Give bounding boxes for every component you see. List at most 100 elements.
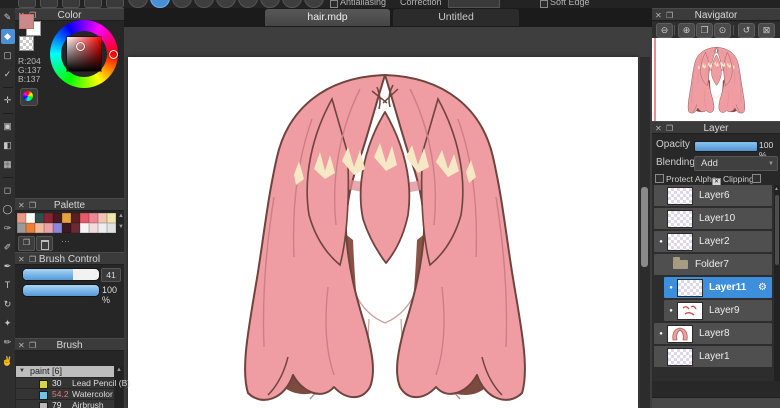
marquee-tool[interactable]: ▢	[1, 48, 15, 63]
layer-opacity-slider[interactable]	[694, 141, 758, 152]
palette-swatch[interactable]	[107, 223, 116, 233]
select-rect-tool[interactable]: ◻	[1, 183, 15, 198]
sv-selector[interactable]	[76, 42, 85, 51]
canvas-scrollbar-thumb[interactable]	[641, 187, 648, 267]
canvas-scrollbar-track[interactable]	[640, 57, 650, 408]
add-palette-color-button[interactable]: ❐	[18, 236, 35, 251]
palette-swatch[interactable]	[80, 213, 89, 223]
move-tool[interactable]: ✛	[1, 93, 15, 108]
palette-swatch[interactable]	[98, 213, 107, 223]
tab-hair-mdp[interactable]: hair.mdp	[265, 9, 390, 26]
toolbar-button[interactable]	[282, 0, 302, 8]
scroll-up-icon[interactable]: ▲	[774, 186, 779, 192]
hue-selector[interactable]	[109, 50, 118, 59]
layer-row[interactable]: Layer6	[654, 185, 772, 206]
brush-opacity-slider[interactable]	[22, 284, 100, 297]
palette-more-icon[interactable]: ⋯	[61, 236, 70, 247]
eyedropper-tool[interactable]: ✦	[1, 316, 15, 331]
palette-scroll-up-icon[interactable]: ▲	[118, 213, 124, 219]
layer-row[interactable]: ● Layer8	[654, 323, 772, 344]
palette-swatch[interactable]	[35, 223, 44, 233]
sv-picker[interactable]	[67, 37, 101, 71]
scroll-up-icon[interactable]: ▲	[116, 367, 122, 373]
layer-row[interactable]: ● Layer9	[664, 300, 772, 321]
palette-swatch[interactable]	[89, 213, 98, 223]
layer-row[interactable]: Layer1	[654, 346, 772, 367]
palette-swatch[interactable]	[107, 213, 116, 223]
brush-group-header[interactable]: ▼ paint [6]	[16, 366, 114, 377]
palette-swatch[interactable]	[98, 223, 107, 233]
zoom-out-button[interactable]: ⊖	[656, 23, 673, 38]
layer-row[interactable]: ● Layer2	[654, 231, 772, 252]
actual-size-button[interactable]: ⊙	[714, 23, 731, 38]
lasso-tool[interactable]: ◯	[1, 202, 15, 217]
palette-swatch[interactable]	[53, 213, 62, 223]
palette-scroll-down-icon[interactable]: ▼	[118, 224, 124, 230]
toolbar-button[interactable]	[62, 0, 80, 8]
blending-dropdown[interactable]: Add ▼	[694, 156, 778, 171]
pen-tool[interactable]: ✐	[1, 240, 15, 255]
canvas-page[interactable]	[128, 57, 638, 408]
palette-swatch[interactable]	[17, 223, 26, 233]
toolbar-button[interactable]	[84, 0, 102, 8]
brush-item[interactable]: 79 Airbrush	[16, 400, 114, 408]
select-pen-tool[interactable]: ✓	[1, 67, 15, 82]
delete-palette-color-button[interactable]	[36, 236, 53, 251]
palette-swatch[interactable]	[26, 223, 35, 233]
visibility-dot[interactable]: ●	[654, 331, 668, 337]
palette-swatch[interactable]	[26, 213, 35, 223]
brush-item[interactable]: 54.2 Watercolor	[16, 389, 114, 399]
tab-untitled[interactable]: Untitled	[393, 9, 519, 26]
palette-swatch[interactable]	[44, 223, 53, 233]
correction-input[interactable]	[448, 0, 500, 8]
palette-swatch[interactable]	[35, 213, 44, 223]
gradient-tool[interactable]: ▦	[1, 157, 15, 172]
palette-swatch[interactable]	[89, 223, 98, 233]
layer-scrollbar-thumb[interactable]	[775, 195, 779, 265]
layer-row-selected[interactable]: ● Layer11 ⚙	[664, 277, 772, 298]
layer-row[interactable]: Layer10	[654, 208, 772, 229]
brush-size-slider[interactable]	[22, 268, 100, 281]
layer-scrollbar[interactable]: ▲	[774, 185, 780, 381]
visibility-dot[interactable]: ●	[664, 308, 678, 314]
palette-swatch[interactable]	[44, 213, 53, 223]
palette-swatch[interactable]	[71, 213, 80, 223]
zoom-in-button[interactable]: ⊕	[678, 23, 695, 38]
gear-icon[interactable]: ⚙	[758, 282, 772, 293]
palette-swatch[interactable]	[62, 213, 71, 223]
toolbar-button[interactable]	[106, 0, 124, 8]
protect-alpha-checkbox[interactable]: Protect Alpha	[655, 174, 717, 184]
toolbar-button-active[interactable]	[150, 0, 170, 8]
navigator-preview[interactable]	[652, 38, 780, 121]
brush-tool[interactable]: ✎	[1, 10, 15, 25]
visibility-dot[interactable]: ●	[654, 239, 668, 245]
brush-item[interactable]: 30 Lead Pencil (B)	[16, 378, 114, 388]
toolbar-button[interactable]	[304, 0, 324, 8]
toolbar-button[interactable]	[216, 0, 236, 8]
toolbar-button[interactable]	[172, 0, 192, 8]
palette-swatch[interactable]	[71, 223, 80, 233]
toolbar-button[interactable]	[194, 0, 214, 8]
soft-edge-checkbox[interactable]	[540, 0, 548, 8]
brush-size-value[interactable]: 41	[101, 268, 121, 282]
reset-view-button[interactable]: ⊠	[758, 23, 775, 38]
curve-tool[interactable]: ✒	[1, 259, 15, 274]
palette-swatch[interactable]	[62, 223, 71, 233]
palette-swatch[interactable]	[17, 213, 26, 223]
palette-swatch[interactable]	[80, 223, 89, 233]
layer-row-folder[interactable]: Folder7	[654, 254, 772, 275]
canvas-area[interactable]: hair.mdp Untitled	[124, 8, 652, 408]
fit-window-button[interactable]: ❐	[696, 23, 713, 38]
magic-wand-tool[interactable]: ✑	[1, 221, 15, 236]
pencil-tool[interactable]: ✏	[1, 335, 15, 350]
visibility-dot[interactable]: ●	[664, 285, 678, 291]
toolbar-button[interactable]	[260, 0, 280, 8]
rotate-tool[interactable]: ↻	[1, 297, 15, 312]
palette-swatch[interactable]	[53, 223, 62, 233]
bucket-tool[interactable]: ◧	[1, 138, 15, 153]
toolbar-button[interactable]	[40, 0, 58, 8]
toolbar-button[interactable]	[128, 0, 148, 8]
transparent-color-button[interactable]	[19, 36, 34, 51]
hand-tool[interactable]: ✌	[1, 354, 15, 369]
foreground-color-swatch[interactable]	[19, 14, 34, 29]
